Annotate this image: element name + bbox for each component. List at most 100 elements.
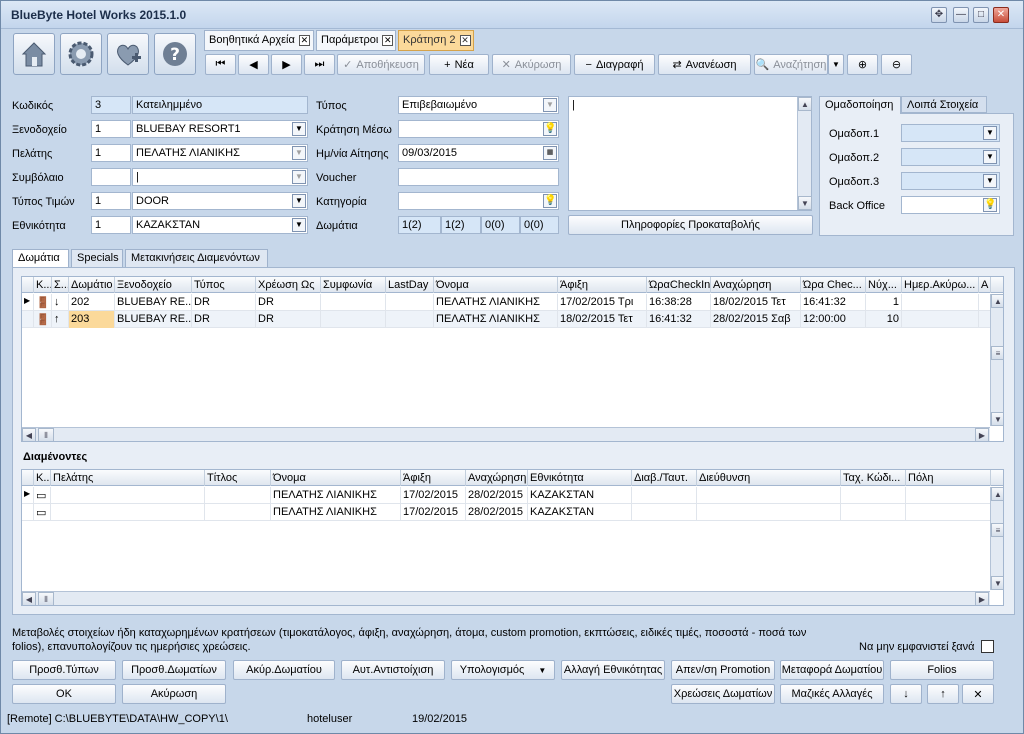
rooms-vscrollbar[interactable]: ▲ ≡ ▼ [990, 294, 1003, 426]
col-name[interactable]: Όνομα [271, 470, 401, 486]
cell-nights[interactable]: 10 [866, 311, 902, 328]
hotel-dropdown[interactable]: ▼ [292, 122, 306, 136]
cell-room[interactable]: 202 [69, 294, 115, 311]
scroll-thumb[interactable]: ≡ [991, 346, 1003, 360]
type-dropdown[interactable]: ▼ [543, 98, 557, 112]
promotion-button[interactable]: Απεν/ση Promotion [671, 660, 775, 680]
scroll-thumb[interactable]: ⦀ [38, 428, 54, 441]
pricetype-dropdown[interactable]: ▼ [292, 194, 306, 208]
last-record-button[interactable]: ⏭ [304, 54, 335, 75]
cell-checkin-time[interactable]: 16:41:32 [647, 311, 711, 328]
cell-hotel[interactable]: BLUEBAY RE... [115, 294, 192, 311]
cell-arrival[interactable]: 18/02/2015 Τετ [558, 311, 647, 328]
group2-dropdown[interactable]: ▼ [983, 150, 997, 164]
cell-charge-as[interactable]: DR [256, 294, 321, 311]
col-agreement[interactable]: Συμφωνία [321, 277, 386, 293]
col-departure[interactable]: Αναχώρηση [711, 277, 801, 293]
col-zip[interactable]: Ταχ. Κώδι... [841, 470, 906, 486]
zoom-out-button[interactable]: ⊖ [881, 54, 912, 75]
calendar-icon[interactable]: ▦ [543, 146, 557, 160]
tab-guest-movements[interactable]: Μετακινήσεις Διαμενόντων [125, 249, 268, 267]
refresh-button[interactable]: ⇄ Ανανέωση [658, 54, 751, 75]
cell-city[interactable] [906, 504, 991, 521]
cell-arrival[interactable]: 17/02/2015 [401, 487, 466, 504]
move-up-button[interactable]: ↑ [927, 684, 959, 704]
bulk-changes-button[interactable]: Μαζικές Αλλαγές [780, 684, 884, 704]
cancel-room-button[interactable]: Ακύρ.Δωματίου [233, 660, 335, 680]
col-address[interactable]: Διεύθυνση [697, 470, 841, 486]
cell-title[interactable] [205, 487, 271, 504]
scroll-left-icon[interactable]: ◀ [22, 428, 36, 441]
cancel-toolbar-button[interactable]: ✕ Ακύρωση [492, 54, 571, 75]
scroll-up-icon[interactable]: ▲ [991, 487, 1003, 501]
nationality-code-field[interactable]: 1 [91, 216, 131, 234]
cell-zip[interactable] [841, 487, 906, 504]
pricetype-field[interactable]: DOOR [132, 192, 308, 210]
code-field[interactable]: 3 [91, 96, 131, 114]
col-type[interactable]: Τύπος [192, 277, 256, 293]
tab-other-details[interactable]: Λοιπά Στοιχεία [901, 96, 987, 113]
close-tab-icon[interactable]: ✕ [459, 35, 471, 46]
tab-rooms[interactable]: Δωμάτια [12, 249, 69, 267]
calculate-button[interactable]: Υπολογισμός ▼ [451, 660, 555, 680]
col-client[interactable]: Πελάτης [51, 470, 205, 486]
dont-show-checkbox[interactable] [981, 640, 994, 653]
cell-charge-as[interactable]: DR [256, 311, 321, 328]
nationality-field[interactable]: ΚΑΖΑΚΣΤΑΝ [132, 216, 308, 234]
table-row[interactable]: ▶ ▭ ΠΕΛΑΤΗΣ ΛΙΑΝΙΚΗΣ 17/02/2015 28/02/20… [22, 487, 991, 504]
cell-passport[interactable] [632, 504, 697, 521]
col-city[interactable]: Πόλη [906, 470, 991, 486]
col-name[interactable]: Όνομα [434, 277, 558, 293]
cell-client[interactable] [51, 504, 205, 521]
move-down-button[interactable]: ↓ [890, 684, 922, 704]
remove-button[interactable]: ✕ [962, 684, 994, 704]
col-s[interactable]: Σ... [52, 277, 69, 293]
lookup-icon[interactable]: 💡 [983, 198, 997, 212]
home-button[interactable] [13, 33, 55, 75]
move-room-button[interactable]: Μεταφορά Δωματίου [780, 660, 884, 680]
code-desc-field[interactable]: Κατειλημμένο [132, 96, 308, 114]
reqdate-field[interactable]: 09/03/2015 [398, 144, 559, 162]
lookup-icon[interactable]: 💡 [543, 194, 557, 208]
cell-nationality[interactable]: ΚΑΖΑΚΣΤΑΝ [528, 487, 632, 504]
hotel-field[interactable]: BLUEBAY RESORT1 [132, 120, 308, 138]
save-button[interactable]: ✓ Αποθήκευση [337, 54, 425, 75]
prepayment-info-button[interactable]: Πληροφορίες Προκαταβολής [568, 215, 813, 235]
search-button[interactable]: 🔍 Αναζήτηση [754, 54, 828, 75]
close-tab-icon[interactable]: ✕ [298, 35, 310, 46]
cell-checkout-time[interactable]: 12:00:00 [801, 311, 866, 328]
col-departure[interactable]: Αναχώρηση [466, 470, 528, 486]
group1-dropdown[interactable]: ▼ [983, 126, 997, 140]
cell-departure[interactable]: 28/02/2015 Σαβ [711, 311, 801, 328]
col-passport[interactable]: Διαβ./Ταυτ. [632, 470, 697, 486]
guests-hscrollbar[interactable]: ◀ ⦀ ▶ [22, 591, 990, 605]
client-code-field[interactable]: 1 [91, 144, 131, 162]
cell-type[interactable]: DR [192, 311, 256, 328]
cell-name[interactable]: ΠΕΛΑΤΗΣ ΛΙΑΝΙΚΗΣ [271, 487, 401, 504]
cell-arrival[interactable]: 17/02/2015 Τρι [558, 294, 647, 311]
close-tab-icon[interactable]: ✕ [382, 35, 394, 46]
scroll-up-icon[interactable]: ▲ [991, 294, 1003, 308]
cell-arrival[interactable]: 17/02/2015 [401, 504, 466, 521]
minimize-button[interactable]: — [953, 7, 969, 23]
new-button[interactable]: + Νέα [429, 54, 489, 75]
col-nationality[interactable]: Εθνικότητα [528, 470, 632, 486]
col-charge-as[interactable]: Χρέωση Ως [256, 277, 321, 293]
tab-specials[interactable]: Specials [71, 249, 123, 267]
cell-address[interactable] [697, 504, 841, 521]
cell-city[interactable] [906, 487, 991, 504]
col-nights[interactable]: Νύχ... [866, 277, 902, 293]
maximize-button[interactable]: □ [973, 7, 989, 23]
scroll-right-icon[interactable]: ▶ [975, 592, 989, 605]
col-hotel[interactable]: Ξενοδοχείο [115, 277, 192, 293]
type-field[interactable]: Επιβεβαιωμένο [398, 96, 559, 114]
pricetype-code-field[interactable]: 1 [91, 192, 131, 210]
scroll-down-icon[interactable]: ▼ [798, 196, 812, 210]
cell-cancel-date[interactable] [902, 311, 979, 328]
tab-reservation-2[interactable]: Κράτηση 2 ✕ [398, 30, 474, 51]
group3-dropdown[interactable]: ▼ [983, 174, 997, 188]
contract-field[interactable]: | [132, 168, 308, 186]
table-row[interactable]: ▶ 🚪 ↓ 202 BLUEBAY RE... DR DR ΠΕΛΑΤΗΣ ΛΙ… [22, 294, 991, 311]
cell-type[interactable]: DR [192, 294, 256, 311]
prev-record-button[interactable]: ◀ [238, 54, 269, 75]
